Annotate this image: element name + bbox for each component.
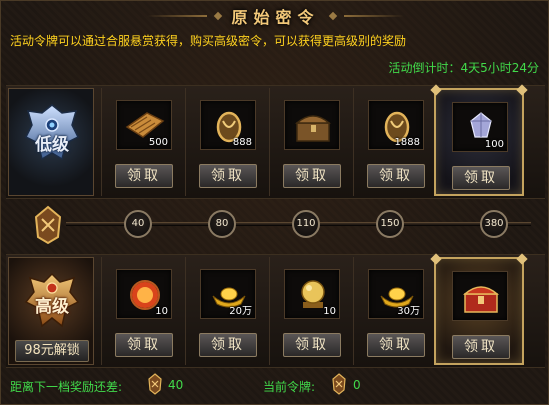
high-reward-slot-3: 10 领取 [269,257,353,365]
page-title: 原始密令 [231,8,320,27]
title-bar: 原始密令 [1,1,549,31]
claim-button[interactable]: 领取 [199,164,257,188]
threshold-node: 80 [208,210,236,238]
countdown-label: 活动倒计时： [388,61,461,75]
chest-icon [295,115,331,142]
reward-frame: 500 [116,100,172,150]
high-tier-label: 高级 [35,297,69,317]
claim-button[interactable]: 领取 [367,164,425,188]
progress-track: 40 80 110 150 380 [6,201,545,253]
reward-frame [284,100,340,150]
low-tier-label: 低级 [35,135,69,155]
secret-order-panel: 原始密令 活动令牌可以通过合服悬赏获得，购买高级密令，可以获得更高级别的奖励 活… [0,0,549,405]
reward-frame: 888 [200,100,256,150]
claim-button[interactable]: 领取 [452,335,510,359]
title-ornament-left [147,15,208,17]
claim-button[interactable]: 领取 [283,164,341,188]
low-tier-row: 低级 500 领取 888 领取 领取 1888 领取 100 领取 [6,84,545,199]
high-reward-slot-5: 领取 [430,253,528,365]
claim-button[interactable]: 领取 [452,166,510,190]
reward-count: 30万 [397,306,420,317]
claim-button[interactable]: 领取 [283,333,341,357]
title-diamond-right [328,11,337,21]
countdown-value: 4天5小时24分 [460,61,539,75]
next-reward-value: 40 [168,378,184,392]
low-tier-rank-card: 低级 [8,88,94,196]
title-diamond-left [214,11,223,21]
claim-button[interactable]: 领取 [367,333,425,357]
token-icon [148,373,162,395]
event-countdown: 活动倒计时：4天5小时24分 [388,59,539,76]
reward-frame: 100 [452,102,508,152]
next-reward-label: 距离下一档奖励还差: [10,380,123,394]
unlock-premium-button[interactable]: 98元解锁 [15,340,89,362]
reward-count: 100 [484,139,504,150]
reward-frame: 20万 [200,269,256,319]
reward-count: 10 [323,306,336,317]
reward-count: 20万 [229,306,252,317]
high-reward-slot-1: 10 领取 [101,257,185,365]
reward-count: 500 [148,137,168,148]
high-tier-rank-card: 高级 98元解锁 [8,257,94,365]
reward-frame: 10 [284,269,340,319]
low-reward-slot-5: 100 领取 [430,84,528,196]
high-reward-slot-2: 20万 领取 [185,257,269,365]
low-reward-slot-3: 领取 [269,88,353,196]
claim-button[interactable]: 领取 [115,164,173,188]
red-treasure-chest-icon [463,286,499,313]
high-reward-slot-4: 30万 领取 [353,257,437,365]
title-ornament-right [343,15,404,17]
current-token-label: 当前令牌: [263,380,316,394]
claim-button[interactable]: 领取 [199,333,257,357]
threshold-node: 110 [292,210,320,238]
reward-frame: 10 [116,269,172,319]
reward-count: 10 [155,306,168,317]
claim-button[interactable]: 领取 [115,333,173,357]
frame-corner [516,84,528,96]
reward-frame: 30万 [368,269,424,319]
current-token-value: 0 [353,378,361,392]
reward-count: 1888 [394,137,420,148]
reward-count: 888 [232,137,252,148]
token-icon [332,373,346,395]
low-reward-slot-1: 500 领取 [101,88,185,196]
event-description: 活动令牌可以通过合服悬赏获得，购买高级密令，可以获得更高级别的奖励 [10,34,407,48]
low-reward-slot-2: 888 领取 [185,88,269,196]
frame-corner [516,253,528,265]
high-tier-row: 高级 98元解锁 10 领取 20万 领取 10 领取 30万 领取 领取 [6,253,545,368]
threshold-node: 150 [376,210,404,238]
footer-status: 距离下一档奖励还差: 40 当前令牌: 0 [1,371,549,401]
threshold-node: 380 [480,210,508,238]
reward-frame [452,271,508,321]
low-reward-slot-4: 1888 领取 [353,88,437,196]
reward-frame: 1888 [368,100,424,150]
token-icon [34,205,62,245]
threshold-node: 40 [124,210,152,238]
